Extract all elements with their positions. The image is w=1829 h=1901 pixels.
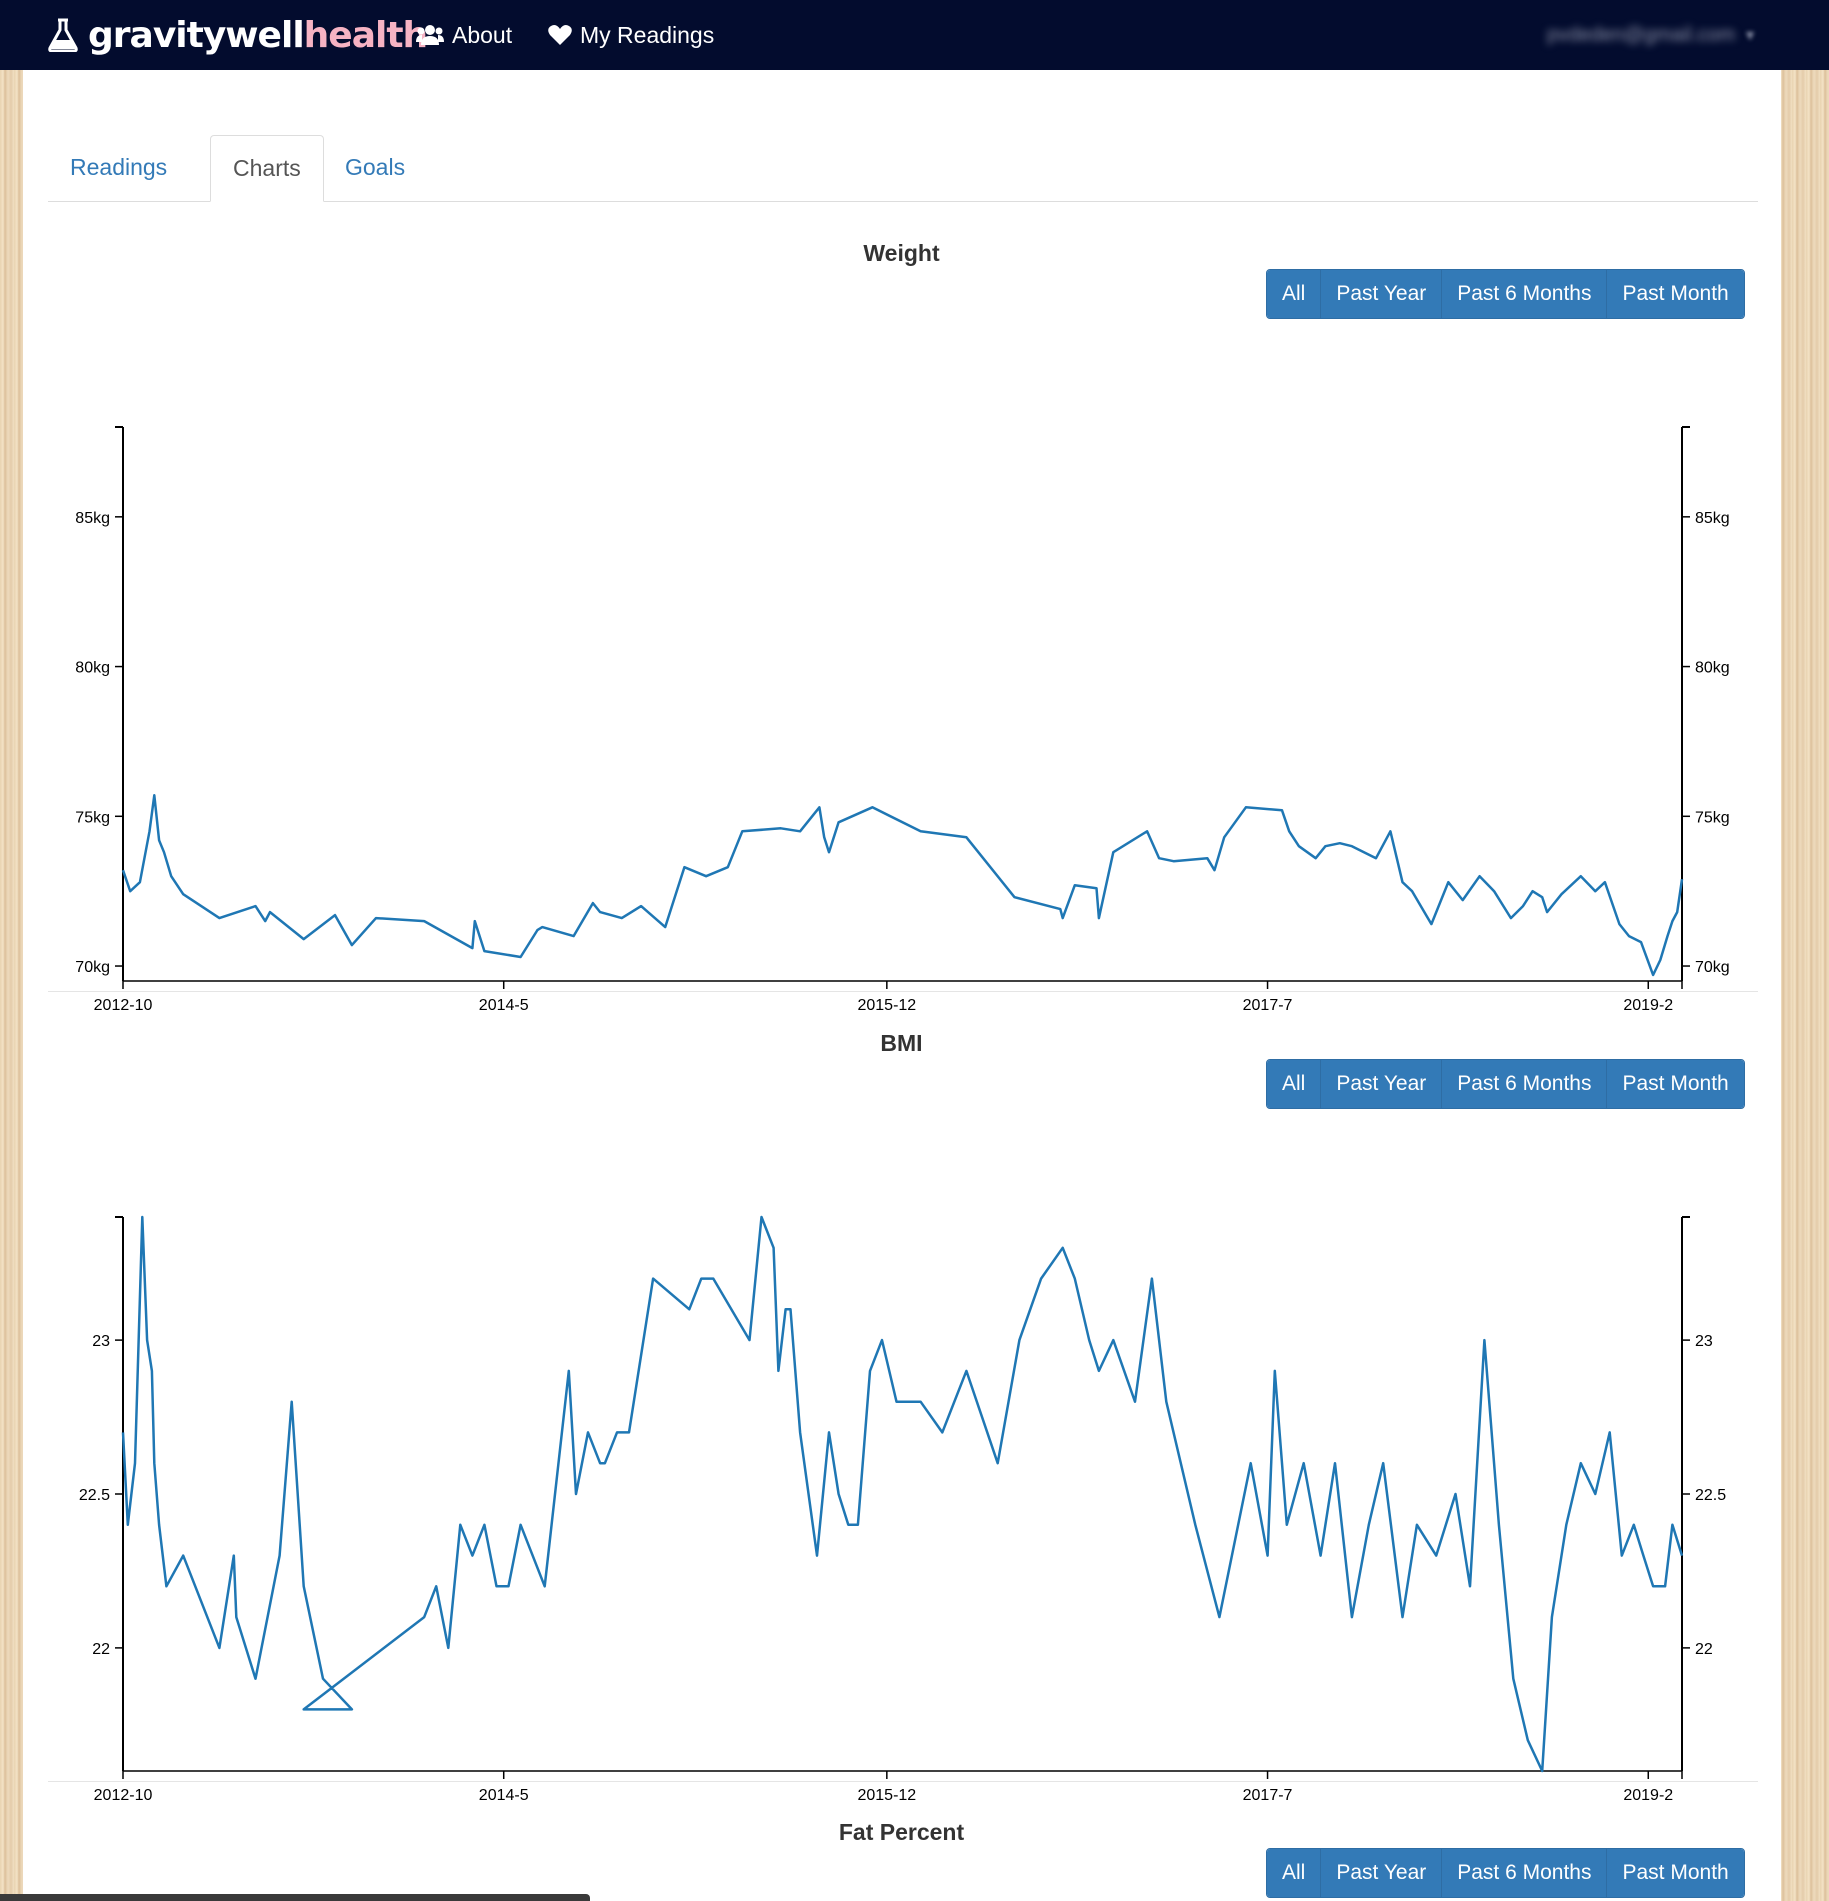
bmi-range-past-year-button[interactable]: Past Year: [1320, 1060, 1442, 1108]
main-panel: Readings Charts Goals Weight All Past Ye…: [23, 70, 1781, 1901]
x-tick-label: 2015-12: [857, 1787, 916, 1804]
x-tick-label: 2012-10: [94, 997, 153, 1014]
caret-down-icon: ▼: [1743, 27, 1757, 43]
navbar: gravitywellhealth About My Readings pvde…: [0, 0, 1829, 70]
y-tick-label-right: 75kg: [1695, 809, 1730, 826]
bmi-range-selector: All Past Year Past 6 Months Past Month: [1266, 1059, 1745, 1109]
x-tick-label: 2014-5: [479, 1787, 529, 1804]
nav-about[interactable]: About: [416, 16, 512, 54]
y-tick-label-left: 70kg: [75, 959, 110, 976]
y-tick-label-left: 22.5: [79, 1487, 110, 1504]
tab-goals[interactable]: Goals: [323, 135, 427, 200]
x-tick-label: 2012-10: [94, 1787, 153, 1804]
y-tick-label-right: 70kg: [1695, 959, 1730, 976]
weight-chart-title: Weight: [863, 240, 940, 266]
weight-chart: 70kg 70kg 75kg 75kg 80kg 80kg 85kg 85kg 2012-10 2…: [75, 426, 1730, 1014]
tab-goals-label: Goals: [345, 154, 406, 180]
y-tick-label-right: 80kg: [1695, 660, 1730, 677]
y-tick-label-left: 85kg: [75, 510, 110, 527]
y-tick-label-right: 22.5: [1695, 1487, 1726, 1504]
nav-about-label: About: [452, 21, 513, 48]
weight-range-all-button[interactable]: All: [1267, 270, 1321, 318]
series-line: [121, 1215, 1684, 1773]
bmi-range-past-6-months-button[interactable]: Past 6 Months: [1441, 1060, 1607, 1108]
x-tick-label: 2017-7: [1243, 1787, 1293, 1804]
brand-name-part1: gravitywell: [88, 14, 305, 56]
horizontal-scrollbar[interactable]: [0, 1894, 590, 1901]
bmi-chart-title: BMI: [880, 1030, 923, 1056]
nav-my-readings[interactable]: My Readings: [548, 16, 714, 54]
weight-range-past-month-button[interactable]: Past Month: [1606, 270, 1744, 318]
weight-range-past-6-months-button[interactable]: Past 6 Months: [1441, 270, 1607, 318]
bmi-range-all-button[interactable]: All: [1267, 1060, 1321, 1108]
brand-logo[interactable]: gravitywellhealth: [48, 8, 429, 62]
weight-range-selector: All Past Year Past 6 Months Past Month: [1266, 269, 1745, 319]
tab-bar: Readings Charts Goals: [48, 135, 1758, 202]
tab-readings-label: Readings: [70, 154, 168, 180]
y-tick-label-left: 22: [92, 1641, 110, 1658]
users-icon: [416, 25, 444, 45]
fat-percent-range-past-month-button[interactable]: Past Month: [1606, 1849, 1744, 1897]
x-tick-label: 2017-7: [1243, 997, 1293, 1014]
heart-icon: [548, 25, 572, 45]
bmi-chart: 22 22 22.5 22.5 23 23 2012-10 2014-5 2015-12 2017…: [79, 1215, 1726, 1804]
nav-my-readings-label: My Readings: [580, 21, 715, 48]
section-divider: [48, 1781, 1758, 1782]
x-tick-label: 2014-5: [479, 997, 529, 1014]
bmi-range-past-month-button[interactable]: Past Month: [1606, 1060, 1744, 1108]
weight-range-past-year-button[interactable]: Past Year: [1320, 270, 1442, 318]
y-tick-label-right: 23: [1695, 1333, 1713, 1350]
fat-percent-range-past-6-months-button[interactable]: Past 6 Months: [1441, 1849, 1607, 1897]
series-line: [121, 794, 1684, 977]
fat-percent-chart-title: Fat Percent: [838, 1819, 965, 1845]
x-tick-label: 2015-12: [857, 997, 916, 1014]
fat-percent-range-past-year-button[interactable]: Past Year: [1320, 1849, 1442, 1897]
user-email: pvdeden@gmail.com: [1546, 23, 1736, 46]
tab-charts[interactable]: Charts: [210, 135, 324, 202]
fat-percent-range-selector: All Past Year Past 6 Months Past Month: [1266, 1848, 1745, 1898]
user-menu[interactable]: pvdeden@gmail.com ▼: [1547, 16, 1757, 54]
y-tick-label-left: 75kg: [75, 809, 110, 826]
x-tick-label: 2019-2: [1623, 1787, 1673, 1804]
section-divider: [48, 991, 1758, 992]
brand-name-part2: health: [303, 14, 429, 56]
y-tick-label-left: 23: [92, 1333, 110, 1350]
tab-readings[interactable]: Readings: [48, 135, 189, 200]
x-tick-label: 2019-2: [1623, 997, 1673, 1014]
brand-name: gravitywellhealth: [88, 14, 429, 56]
flask-icon: [48, 18, 78, 52]
y-tick-label-right: 85kg: [1695, 510, 1730, 527]
y-tick-label-right: 22: [1695, 1641, 1713, 1658]
y-tick-label-left: 80kg: [75, 660, 110, 677]
fat-percent-range-all-button[interactable]: All: [1267, 1849, 1321, 1897]
tab-charts-label: Charts: [233, 155, 301, 181]
